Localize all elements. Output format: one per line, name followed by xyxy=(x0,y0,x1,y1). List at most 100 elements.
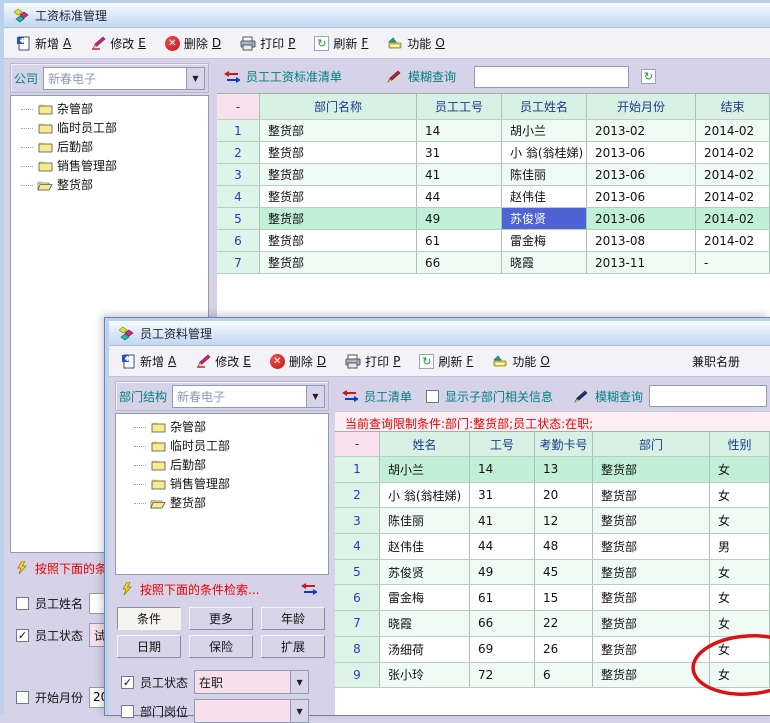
function-button[interactable]: 功能O xyxy=(487,350,557,373)
fg-titlebar[interactable]: 员工资料管理 xyxy=(109,321,770,346)
table-cell[interactable]: 20 xyxy=(535,483,593,508)
table-row[interactable]: 8 汤细荷 69 26 整货部 女 xyxy=(335,637,770,663)
table-cell[interactable]: 晓霞 xyxy=(502,252,587,273)
new-button[interactable]: 新增A xyxy=(10,32,79,55)
refresh-small-icon[interactable]: ↻ xyxy=(641,69,656,84)
table-cell[interactable]: 陈佳丽 xyxy=(380,508,470,533)
col-header[interactable]: 开始月份 xyxy=(587,94,696,119)
status-checkbox[interactable]: ✓ xyxy=(121,676,134,689)
row-number[interactable]: 5 xyxy=(335,560,380,585)
table-cell[interactable]: 女 xyxy=(710,663,770,688)
table-cell[interactable]: 赵伟佳 xyxy=(380,534,470,559)
show-subdept-checkbox[interactable] xyxy=(426,390,439,403)
tree-item-dept[interactable]: 销售管理部 xyxy=(11,156,208,175)
table-cell[interactable]: 2014-02 xyxy=(696,208,770,229)
company-select[interactable]: 新春电子 ▼ xyxy=(43,67,205,90)
table-cell[interactable]: 汤细荷 xyxy=(380,637,470,662)
table-cell[interactable]: 整货部 xyxy=(593,611,710,636)
bg-titlebar[interactable]: 工资标准管理 xyxy=(4,3,770,28)
print-button[interactable]: 打印P xyxy=(235,32,303,55)
col-header[interactable]: 部门 xyxy=(593,432,710,456)
table-cell[interactable]: 苏俊贤 xyxy=(502,208,587,229)
col-header[interactable]: 考勤卡号 xyxy=(535,432,593,456)
row-number[interactable]: 1 xyxy=(217,120,260,141)
table-row[interactable]: 2 小 翁(翁桂娣) 31 20 整货部 女 xyxy=(335,483,770,509)
table-cell[interactable]: 雷金梅 xyxy=(380,585,470,610)
tab-age[interactable]: 年龄 xyxy=(261,607,325,630)
row-number[interactable]: 2 xyxy=(335,483,380,508)
table-cell[interactable]: 2014-02 xyxy=(696,186,770,207)
chevron-down-icon[interactable]: ▼ xyxy=(290,700,308,722)
table-cell[interactable]: 赵伟佳 xyxy=(502,186,587,207)
table-cell[interactable]: 整货部 xyxy=(593,560,710,585)
refresh-button[interactable]: ↻ 刷新F xyxy=(309,32,376,55)
chevron-down-icon[interactable]: ▼ xyxy=(186,68,204,89)
table-cell[interactable]: 整货部 xyxy=(593,534,710,559)
row-number[interactable]: 6 xyxy=(335,585,380,610)
edit-button[interactable]: 修改E xyxy=(190,350,259,373)
table-cell[interactable]: 整货部 xyxy=(593,483,710,508)
table-row[interactable]: 9 张小玲 72 6 整货部 女 xyxy=(335,663,770,689)
table-cell[interactable]: 61 xyxy=(417,230,502,251)
table-cell[interactable]: 66 xyxy=(470,611,535,636)
table-cell[interactable]: 雷金梅 xyxy=(502,230,587,251)
table-cell[interactable]: 男 xyxy=(710,534,770,559)
position-select[interactable]: ▼ xyxy=(194,699,309,723)
table-cell[interactable]: 女 xyxy=(710,637,770,662)
table-row[interactable]: 6 整货部 61 雷金梅 2013-08 2014-02 xyxy=(217,230,770,252)
table-cell[interactable]: 整货部 xyxy=(593,508,710,533)
table-cell[interactable]: 69 xyxy=(470,637,535,662)
table-cell[interactable]: 整货部 xyxy=(593,457,710,482)
status-checkbox[interactable]: ✓ xyxy=(16,629,29,642)
row-number[interactable]: 7 xyxy=(335,611,380,636)
col-header[interactable]: - xyxy=(217,94,260,119)
delete-button[interactable]: ✕ 删除D xyxy=(265,350,334,373)
table-cell[interactable]: 陈佳丽 xyxy=(502,164,587,185)
row-number[interactable]: 8 xyxy=(335,637,380,662)
table-cell[interactable]: 41 xyxy=(470,508,535,533)
table-cell[interactable]: 女 xyxy=(710,483,770,508)
row-number[interactable]: 6 xyxy=(217,230,260,251)
tree-item-dept[interactable]: 临时员工部 xyxy=(11,118,208,137)
tab-insurance[interactable]: 保险 xyxy=(189,635,253,658)
table-row[interactable]: 4 赵伟佳 44 48 整货部 男 xyxy=(335,534,770,560)
table-cell[interactable]: 48 xyxy=(535,534,593,559)
startmonth-checkbox[interactable] xyxy=(16,691,29,704)
tree-item-dept[interactable]: 杂管部 xyxy=(11,99,208,118)
table-row[interactable]: 7 晓霞 66 22 整货部 女 xyxy=(335,611,770,637)
table-cell[interactable]: 2013-06 xyxy=(587,186,696,207)
tab-more[interactable]: 更多 xyxy=(189,607,253,630)
table-cell[interactable]: 晓霞 xyxy=(380,611,470,636)
col-header[interactable]: - xyxy=(335,432,380,456)
status-select[interactable]: 在职 ▼ xyxy=(194,670,309,694)
table-cell[interactable]: 22 xyxy=(535,611,593,636)
col-header[interactable]: 员工姓名 xyxy=(502,94,587,119)
print-button[interactable]: 打印P xyxy=(340,350,408,373)
col-header[interactable]: 结束 xyxy=(696,94,770,119)
tree-item-dept[interactable]: 杂管部 xyxy=(116,417,328,436)
table-row[interactable]: 2 整货部 31 小 翁(翁桂娣) 2013-06 2014-02 xyxy=(217,142,770,164)
refresh-button[interactable]: ↻ 刷新F xyxy=(414,350,481,373)
table-cell[interactable]: 胡小兰 xyxy=(380,457,470,482)
table-cell[interactable]: 72 xyxy=(470,663,535,688)
table-cell[interactable]: 26 xyxy=(535,637,593,662)
table-row[interactable]: 6 雷金梅 61 15 整货部 女 xyxy=(335,585,770,611)
table-cell[interactable]: 2013-06 xyxy=(587,208,696,229)
fuzzy-search-input[interactable] xyxy=(474,66,629,88)
row-number[interactable]: 2 xyxy=(217,142,260,163)
col-header[interactable]: 工号 xyxy=(470,432,535,456)
table-cell[interactable]: 女 xyxy=(710,457,770,482)
swap-arrows-icon[interactable] xyxy=(301,581,317,597)
table-cell[interactable]: 12 xyxy=(535,508,593,533)
table-cell[interactable]: 小 翁(翁桂娣) xyxy=(502,142,587,163)
table-cell[interactable]: 张小玲 xyxy=(380,663,470,688)
parttime-roster-button[interactable]: 兼职名册 xyxy=(687,350,748,373)
row-number[interactable]: 4 xyxy=(335,534,380,559)
table-cell[interactable]: 49 xyxy=(470,560,535,585)
chevron-down-icon[interactable]: ▼ xyxy=(290,671,308,693)
table-cell[interactable]: 31 xyxy=(470,483,535,508)
fuzzy-search-input[interactable] xyxy=(649,385,767,407)
col-header[interactable]: 性别 xyxy=(710,432,770,456)
table-cell[interactable]: 整货部 xyxy=(260,252,417,273)
table-row[interactable]: 1 胡小兰 14 13 整货部 女 xyxy=(335,457,770,483)
